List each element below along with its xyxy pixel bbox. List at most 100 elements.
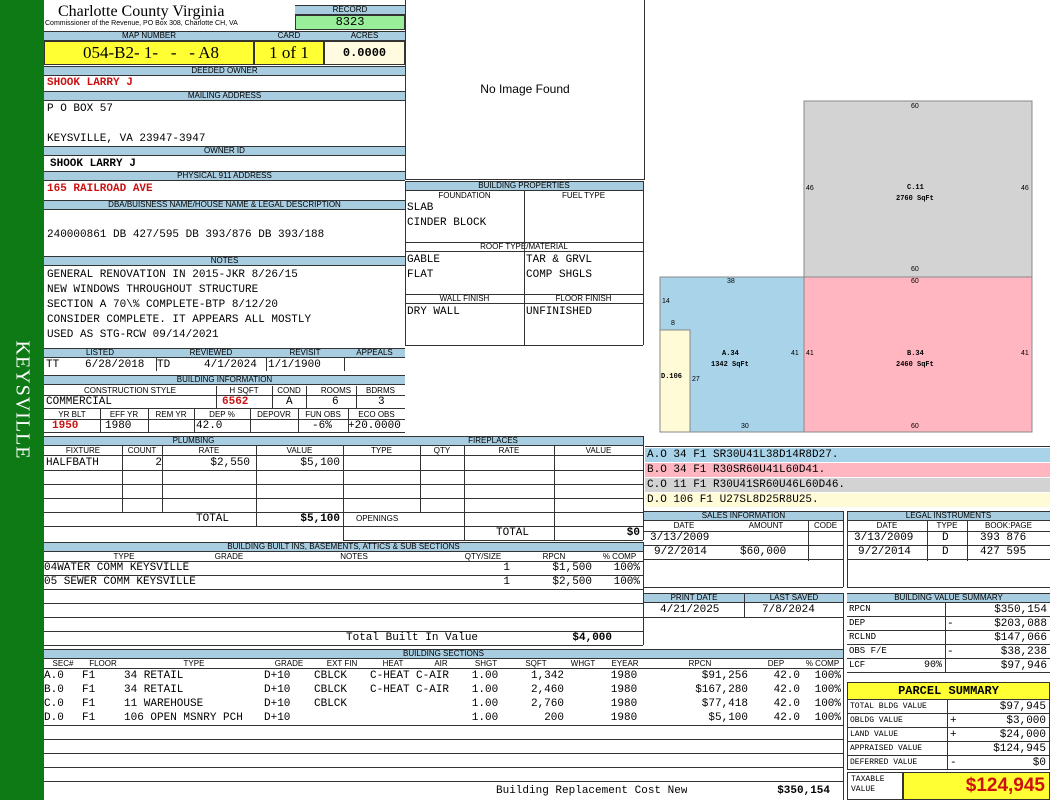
roof-item: GABLE: [407, 254, 441, 266]
effyr-value: 1980: [105, 420, 132, 432]
section-cell: D+10: [264, 698, 291, 710]
roof-item: FLAT: [407, 269, 434, 281]
section-cell: 11 WAREHOUSE: [124, 698, 204, 710]
bdrms-value: 3: [378, 396, 385, 408]
legal-label: LEGAL INSTRUMENTS: [847, 511, 1050, 521]
acres-label: ACRES: [324, 31, 405, 41]
parcel-summary-row: DEFERRED VALUE - $0: [847, 756, 1050, 770]
value-summary-value: $203,088: [994, 618, 1047, 630]
reviewed-code: TD: [157, 359, 171, 371]
section-cell: 100%: [814, 684, 841, 696]
card-number: 1 of 1: [254, 41, 324, 65]
building-info-label: BUILDING INFORMATION: [44, 375, 405, 385]
mailing-line2: KEYSVILLE, VA 23947-3947: [47, 133, 206, 145]
section-cell: 1980: [610, 712, 638, 724]
section-a-area: 1342 SqFt: [711, 361, 749, 369]
shgt-header: SHGT: [474, 659, 498, 668]
dimension-label: 14: [662, 298, 670, 305]
section-cell: 200: [544, 712, 564, 724]
rooms-value: 6: [332, 396, 339, 408]
section-cell: 1.00: [471, 712, 499, 724]
owner-id-label: OWNER ID: [44, 146, 405, 156]
section-cell: 1.00: [471, 670, 499, 682]
cond-value: A: [286, 396, 293, 408]
dimension-label: 60: [911, 423, 919, 430]
dimension-label: 30: [741, 423, 749, 430]
section-row: C.0 F1 11 WAREHOUSE D+10 CBLCK 1.00 2,760 1980 $…: [44, 698, 843, 712]
parcel-summary-key: DEFERRED VALUE: [850, 758, 918, 767]
floor-header: FLOOR: [89, 659, 117, 668]
note-line: GENERAL RENOVATION IN 2015-JKR 8/26/15: [47, 269, 298, 281]
type-header: TYPE: [183, 659, 205, 668]
builtins-qty-header: QTY/SIZE: [464, 552, 502, 561]
section-cell: 42.0: [773, 670, 800, 682]
section-cell: D.0: [44, 712, 64, 724]
section-cell: B.0: [44, 684, 64, 696]
parcel-summary-row: APPRAISED VALUE $124,945: [847, 742, 1050, 756]
dimension-label: 41: [806, 350, 814, 357]
last-saved-label: LAST SAVED: [744, 593, 844, 603]
yrblt-value: 1950: [52, 420, 79, 432]
sketch-code-a: A.O 34 F1 SR30U41L38D14R8D27.: [645, 448, 1050, 462]
parcel-summary-sign: +: [950, 729, 957, 741]
value-summary-row: LCF 90% $97,946: [847, 659, 1050, 673]
parcel-summary-label: PARCEL SUMMARY: [847, 682, 1050, 700]
value-summary-value: $147,066: [994, 632, 1047, 644]
sales-date: 3/13/2009: [650, 532, 710, 544]
section-cell: 42.0: [773, 698, 800, 710]
sales-date: 9/2/2014: [654, 546, 707, 558]
heat-header: HEAT: [382, 659, 404, 668]
legal-date: 3/13/2009: [854, 532, 914, 544]
county-title: Charlotte County Virginia: [58, 3, 225, 20]
floor-finish: UNFINISHED: [526, 306, 593, 318]
plumbing-total-label: TOTAL: [196, 513, 230, 525]
section-cell: 106 OPEN MSNRY PCH: [124, 712, 243, 724]
dimension-label: 41: [791, 350, 799, 357]
revisit-label: REVISIT: [266, 348, 344, 358]
parcel-summary-row: OBLDG VALUE + $3,000: [847, 714, 1050, 728]
listed-label: LISTED: [44, 348, 156, 358]
parcel-summary-value: $124,945: [993, 743, 1046, 755]
sections-header-row: SEC# FLOOR TYPE GRADE EXT FIN HEAT AIR S…: [44, 659, 843, 669]
foundation-item: SLAB: [407, 202, 434, 214]
acres-value: 0.0000: [324, 41, 405, 65]
wall-finish: DRY WALL: [407, 306, 460, 318]
section-cell: D+10: [264, 684, 291, 696]
value-summary-value: $38,238: [1000, 646, 1047, 658]
building-sketch: C.11 2760 SqFt B.34 2460 SqFt A.34 1342 …: [645, 0, 1050, 447]
section-cell: 34 RETAIL: [124, 684, 184, 696]
note-line: SECTION A 70\% COMPLETE-BTP 8/12/20: [47, 299, 279, 311]
extfin-header: EXT FIN: [326, 659, 358, 668]
legal-type: D: [942, 546, 949, 558]
builtins-rpcn-header: RPCN: [542, 552, 566, 561]
section-cell: 1980: [610, 670, 638, 682]
sections-label: BUILDING SECTIONS: [44, 649, 843, 659]
record-value: 8323: [295, 15, 405, 30]
value-summary-value: $97,946: [1000, 660, 1047, 672]
section-cell: F1: [82, 684, 96, 696]
dimension-label: 60: [911, 103, 919, 110]
parcel-summary-row: LAND VALUE + $24,000: [847, 728, 1050, 742]
sketch-code-d: D.O 106 F1 U27SL8D25R8U25.: [645, 493, 1050, 507]
dep-value: 42.0: [196, 420, 223, 432]
value-summary-value: $350,154: [994, 604, 1047, 616]
plumbing-total: $5,100: [300, 513, 340, 525]
funobs-value: -6%: [312, 420, 332, 432]
depovr-header: DEPOVR: [257, 410, 291, 419]
plumbing-fixture-header: FIXTURE: [65, 446, 101, 455]
legal-date: 9/2/2014: [858, 546, 911, 558]
value-summary-key: DEP: [849, 618, 866, 628]
roof-left: GABLE FLAT: [407, 253, 440, 283]
mailing-address-label: MAILING ADDRESS: [44, 91, 405, 101]
revisit-date: 1/1/1900: [268, 359, 321, 371]
sales-date-header: DATE: [673, 521, 695, 530]
legal-type-header: TYPE: [936, 521, 958, 530]
builtins-comp: 100%: [613, 576, 640, 588]
roof-item: TAR & GRVL: [526, 254, 593, 266]
section-cell: 1,342: [530, 670, 564, 682]
section-cell: $77,418: [701, 698, 748, 710]
taxable-value: $124,945: [903, 772, 1050, 800]
builtins-grade-header: GRADE: [214, 552, 244, 561]
section-cell: A.0: [44, 670, 64, 682]
plumbing-rate: $2,550: [210, 457, 250, 469]
